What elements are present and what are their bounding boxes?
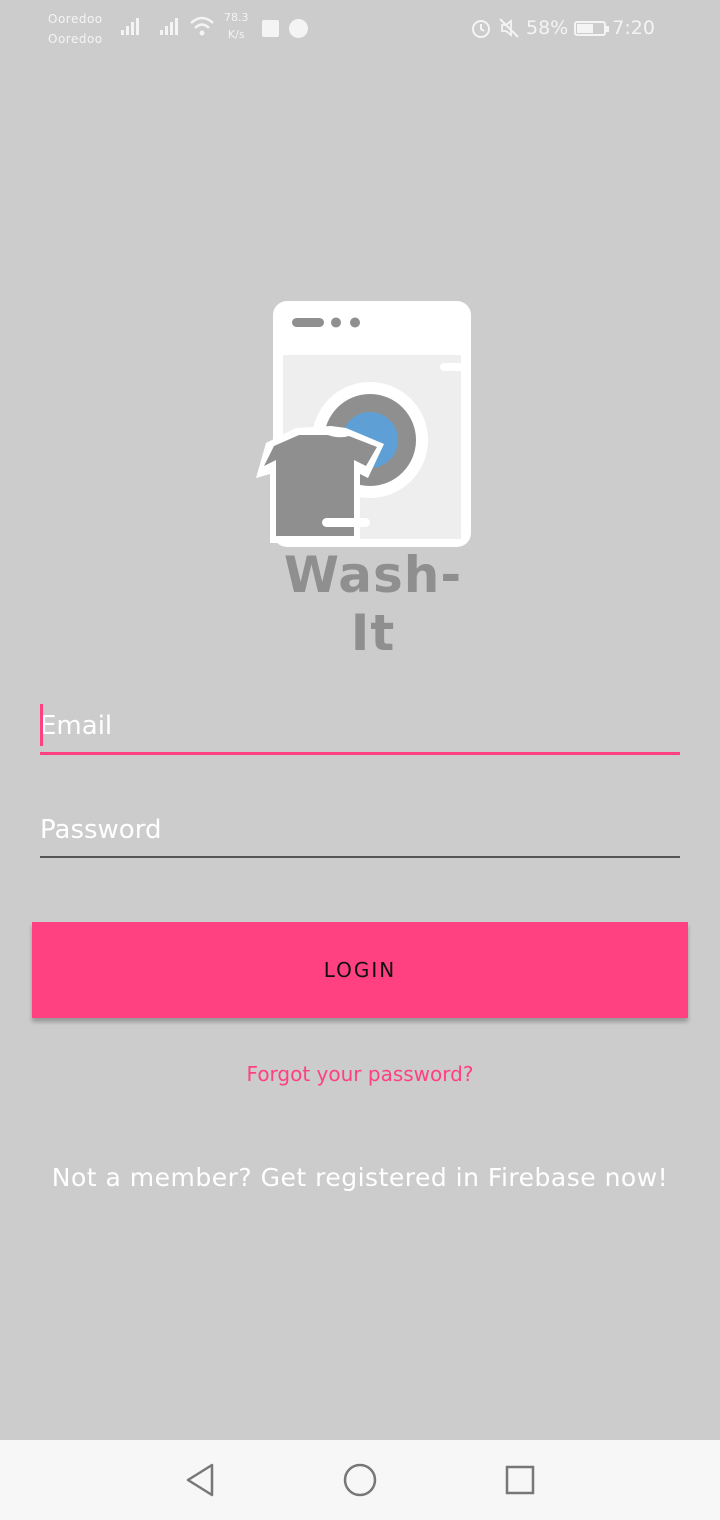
carrier-2: Ooredoo xyxy=(48,32,103,46)
back-icon xyxy=(186,1463,214,1497)
recents-button[interactable] xyxy=(500,1460,540,1500)
status-bar: Ooredoo Ooredoo 78.3 K/s 58% 7:20 xyxy=(0,0,720,56)
email-field[interactable] xyxy=(40,700,680,755)
network-speed: 78.3 K/s xyxy=(224,9,249,43)
app-name: Wash-It xyxy=(283,546,463,662)
speed-value: 78.3 xyxy=(224,11,249,24)
register-link[interactable]: Not a member? Get registered in Firebase… xyxy=(0,1163,720,1192)
login-button[interactable]: LOGIN xyxy=(32,922,688,1018)
navigation-bar xyxy=(0,1440,720,1520)
forgot-password-link[interactable]: Forgot your password? xyxy=(0,1062,720,1086)
alarm-icon xyxy=(472,20,490,38)
password-field[interactable] xyxy=(40,804,680,858)
app-logo xyxy=(256,301,471,547)
home-button[interactable] xyxy=(340,1460,380,1500)
signal-icon xyxy=(160,18,178,35)
mute-icon xyxy=(499,18,519,38)
status-right: 58% 7:20 xyxy=(470,15,655,41)
battery-icon xyxy=(574,20,610,36)
wifi-icon xyxy=(190,16,214,36)
home-icon xyxy=(343,1463,377,1497)
messenger-icon xyxy=(289,19,308,38)
speed-unit: K/s xyxy=(227,28,245,41)
recents-icon xyxy=(505,1465,535,1495)
signal-icon xyxy=(121,18,139,35)
battery-percent: 58% xyxy=(526,17,569,39)
carrier-1: Ooredoo xyxy=(48,12,103,26)
password-input[interactable] xyxy=(40,804,680,856)
email-input[interactable] xyxy=(40,700,680,752)
time: 7:20 xyxy=(612,17,655,39)
text-cursor xyxy=(40,704,43,746)
battery-level xyxy=(577,23,594,33)
facebook-icon xyxy=(262,20,279,37)
back-button[interactable] xyxy=(180,1460,220,1500)
carrier-info: Ooredoo Ooredoo xyxy=(48,9,103,49)
